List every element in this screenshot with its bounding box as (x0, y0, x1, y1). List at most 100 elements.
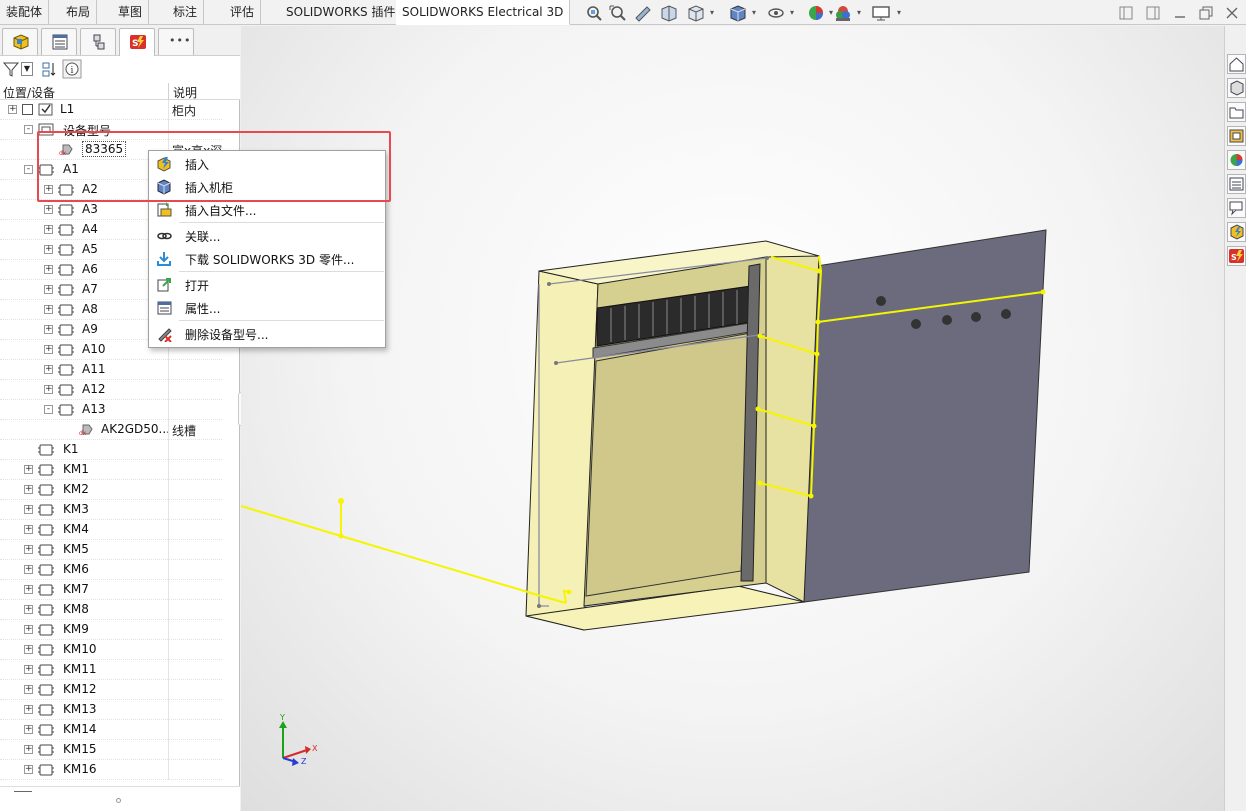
task-custom-properties-button[interactable] (1227, 174, 1246, 194)
tree-row[interactable]: + KM8 (0, 600, 222, 620)
horizontal-scroll-thumb[interactable] (14, 791, 32, 792)
row-checkbox[interactable] (22, 104, 33, 115)
expand-icon[interactable]: + (44, 265, 53, 274)
menu-item-download[interactable]: 下载 SOLIDWORKS 3D 零件... (149, 247, 385, 270)
expand-icon[interactable]: + (44, 285, 53, 294)
view-settings-dropdown-icon[interactable]: ▾ (897, 8, 901, 17)
expand-icon[interactable]: + (24, 765, 33, 774)
tree-row[interactable]: + KM7 (0, 580, 222, 600)
tree-row[interactable]: + KM6 (0, 560, 222, 580)
restore-right-icon[interactable] (1145, 4, 1161, 22)
expand-icon[interactable]: + (44, 325, 53, 334)
collapse-icon[interactable]: - (44, 405, 53, 414)
tree-row[interactable]: + L1 柜内 (0, 100, 222, 120)
tree-options-icon[interactable] (40, 60, 58, 78)
tile-icon[interactable] (1198, 4, 1214, 22)
expand-icon[interactable]: + (24, 645, 33, 654)
tree-row[interactable]: + KM10 (0, 640, 222, 660)
tab-layout[interactable]: 布局 (60, 0, 98, 25)
expand-icon[interactable]: + (24, 485, 33, 494)
expand-icon[interactable]: + (24, 585, 33, 594)
tree-row[interactable]: + KM14 (0, 720, 222, 740)
tree-row[interactable]: - A13 (0, 400, 222, 420)
view-settings-icon[interactable] (871, 4, 891, 22)
task-appearances-button[interactable] (1227, 150, 1246, 170)
task-parts-button[interactable] (1227, 78, 1246, 98)
expand-icon[interactable]: + (44, 385, 53, 394)
tree-row[interactable]: + KM11 (0, 660, 222, 680)
expand-icon[interactable]: + (24, 665, 33, 674)
tab-configuration-manager[interactable] (80, 28, 116, 55)
expand-icon[interactable]: + (24, 745, 33, 754)
tree-row[interactable]: + KM3 (0, 500, 222, 520)
close-icon[interactable] (1224, 4, 1240, 22)
view-orientation-icon[interactable] (686, 4, 706, 22)
hide-show-dropdown-icon[interactable]: ▾ (790, 8, 794, 17)
expand-icon[interactable]: + (24, 505, 33, 514)
tree-row[interactable]: + A12 (0, 380, 222, 400)
tree-row[interactable]: + KM2 (0, 480, 222, 500)
expand-icon[interactable]: + (44, 305, 53, 314)
previous-view-icon[interactable] (633, 4, 653, 22)
apply-scene-icon[interactable] (833, 4, 853, 22)
task-electrical-3d-button[interactable] (1227, 222, 1246, 242)
task-folder-button[interactable] (1227, 102, 1246, 122)
tab-markup[interactable]: 标注 (167, 0, 205, 25)
edit-appearance-icon[interactable] (806, 4, 826, 22)
expand-icon[interactable]: + (8, 105, 17, 114)
menu-item-delete-model[interactable]: 删除设备型号... (149, 322, 385, 345)
expand-icon[interactable]: + (44, 205, 53, 214)
zoom-area-icon[interactable] (608, 4, 628, 22)
panel-resize-handle-icon[interactable] (116, 798, 121, 803)
collapse-icon[interactable]: - (24, 125, 33, 134)
minimize-icon[interactable] (1172, 4, 1188, 22)
expand-icon[interactable]: + (24, 525, 33, 534)
column-location-label[interactable]: 位置/设备 (3, 84, 55, 101)
menu-item-open[interactable]: 打开 (149, 273, 385, 296)
menu-item-associate[interactable]: 关联... (149, 224, 385, 247)
restore-left-icon[interactable] (1118, 4, 1134, 22)
tree-row[interactable]: + KM15 (0, 740, 222, 760)
expand-icon[interactable]: + (44, 365, 53, 374)
expand-icon[interactable]: + (24, 465, 33, 474)
tab-evaluate[interactable]: 评估 (224, 0, 262, 25)
tree-row[interactable]: + A11 (0, 360, 222, 380)
tab-sketch[interactable]: 草图 (112, 0, 150, 25)
filter-icon[interactable] (2, 60, 20, 78)
tree-row[interactable]: K1 (0, 440, 222, 460)
tree-row[interactable]: + KM9 (0, 620, 222, 640)
view-orientation-dropdown-icon[interactable]: ▾ (710, 8, 714, 17)
tab-addins[interactable]: SOLIDWORKS 插件 (280, 0, 403, 25)
collapse-icon[interactable]: - (24, 165, 33, 174)
task-home-button[interactable] (1227, 54, 1246, 74)
task-forum-button[interactable] (1227, 198, 1246, 218)
expand-icon[interactable]: + (24, 605, 33, 614)
expand-icon[interactable]: + (24, 545, 33, 554)
tab-property-manager[interactable] (41, 28, 77, 55)
column-divider[interactable] (168, 83, 169, 100)
task-solidworks-electrical-button[interactable]: S (1227, 246, 1246, 266)
info-icon[interactable]: i (62, 59, 82, 79)
tab-more[interactable]: ••• (158, 28, 194, 55)
zoom-to-fit-icon[interactable] (584, 4, 604, 22)
expand-icon[interactable]: + (24, 685, 33, 694)
expand-icon[interactable]: + (24, 625, 33, 634)
tab-assembly[interactable]: 装配体 (0, 0, 50, 25)
tab-electrical-manager[interactable]: S (119, 28, 155, 56)
cabinet-door[interactable] (803, 229, 1047, 603)
apply-scene-dropdown-icon[interactable]: ▾ (857, 8, 861, 17)
section-view-icon[interactable] (659, 4, 679, 22)
tree-row[interactable]: dx AK2GD50... 线槽 (0, 420, 222, 440)
tree-row[interactable]: + KM1 (0, 460, 222, 480)
tree-row[interactable]: + KM12 (0, 680, 222, 700)
display-style-icon[interactable] (728, 4, 748, 22)
tree-row[interactable]: + KM4 (0, 520, 222, 540)
tab-feature-manager[interactable] (2, 28, 38, 55)
expand-icon[interactable]: + (44, 345, 53, 354)
mounting-plate[interactable] (585, 331, 757, 597)
task-view-palette-button[interactable] (1227, 126, 1246, 146)
tab-electrical-3d[interactable]: SOLIDWORKS Electrical 3D (396, 0, 571, 25)
tree-row[interactable]: + KM5 (0, 540, 222, 560)
expand-icon[interactable]: + (44, 225, 53, 234)
expand-icon[interactable]: + (24, 725, 33, 734)
